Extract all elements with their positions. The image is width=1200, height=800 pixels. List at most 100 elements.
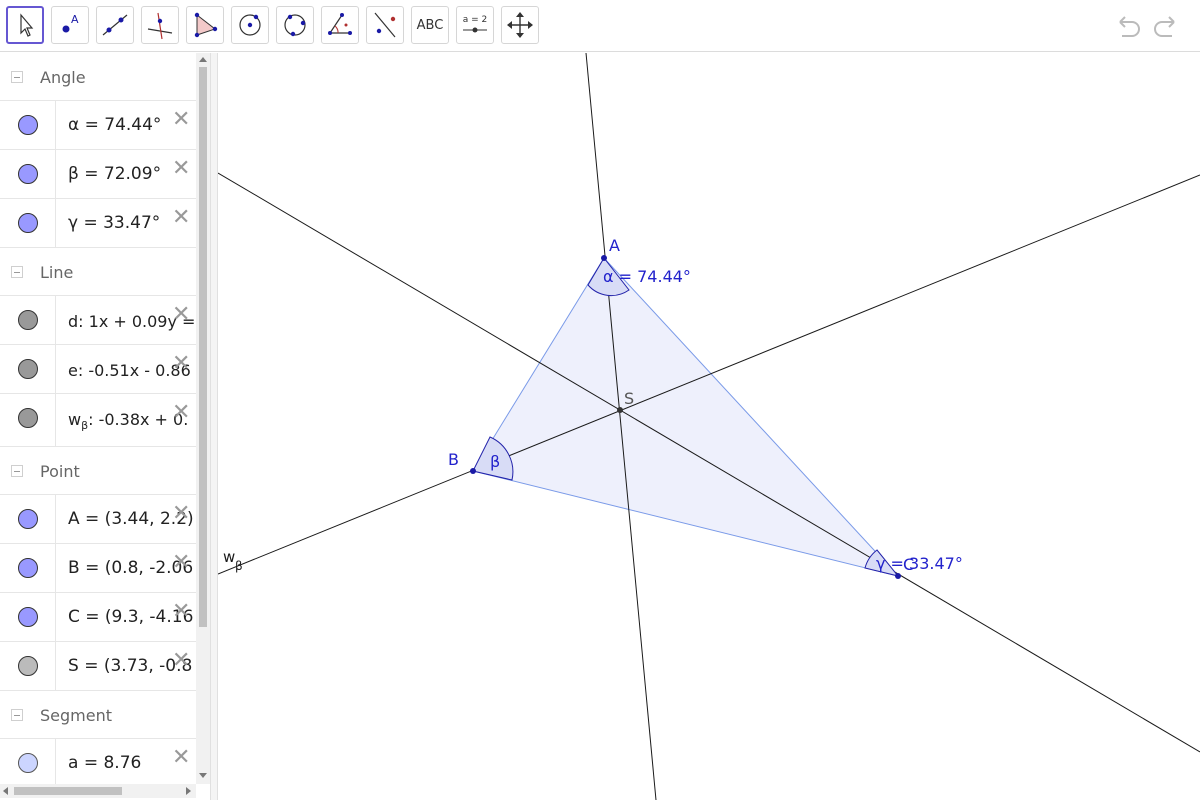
circle-three-points-tool-button[interactable] <box>276 6 314 44</box>
perpendicular-line-tool-button[interactable] <box>141 6 179 44</box>
delete-icon[interactable]: ✕ <box>172 747 190 769</box>
group-name: Angle <box>40 68 86 87</box>
label-line-w-beta[interactable]: w <box>223 548 235 566</box>
point-s[interactable] <box>617 407 623 413</box>
polygon-tool-button[interactable] <box>186 6 224 44</box>
label-point-a[interactable]: A <box>609 236 620 255</box>
scroll-left-arrow-icon[interactable] <box>3 787 8 795</box>
marble-cell <box>0 345 56 393</box>
graphics-canvas[interactable]: A B C S α = 74.44° β γ = 33.47° w β <box>218 53 1200 800</box>
algebra-row-point-a[interactable]: A = (3.44, 2.2) ✕ <box>0 495 196 544</box>
point-tool-button[interactable]: A <box>51 6 89 44</box>
scroll-right-arrow-icon[interactable] <box>186 787 191 795</box>
collapse-toggle-icon[interactable] <box>11 709 23 721</box>
delete-icon[interactable]: ✕ <box>172 503 190 525</box>
undo-icon[interactable] <box>1112 10 1144 42</box>
group-name: Line <box>40 263 74 282</box>
collapse-toggle-icon[interactable] <box>11 266 23 278</box>
algebra-expression[interactable]: γ = 33.47° <box>68 213 160 233</box>
marble-cell <box>0 150 56 198</box>
marble-cell <box>0 642 56 690</box>
collapse-toggle-icon[interactable] <box>11 465 23 477</box>
algebra-row-point-s[interactable]: S = (3.73, -0.8 ✕ <box>0 642 196 691</box>
delete-icon[interactable]: ✕ <box>172 402 190 424</box>
delete-icon[interactable]: ✕ <box>172 650 190 672</box>
delete-icon[interactable]: ✕ <box>172 158 190 180</box>
circle-center-point-icon <box>239 14 261 36</box>
collapse-toggle-icon[interactable] <box>11 71 23 83</box>
triangle-polygon[interactable] <box>472 257 900 577</box>
label-angle-alpha[interactable]: α = 74.44° <box>603 267 691 286</box>
algebra-row-line-d[interactable]: d: 1x + 0.09y = ✕ <box>0 296 196 345</box>
angle-icon <box>328 13 352 35</box>
label-angle-beta[interactable]: β <box>490 452 500 471</box>
algebra-horizontal-scrollbar[interactable] <box>0 784 196 798</box>
algebra-row-point-b[interactable]: B = (0.8, -2.06 ✕ <box>0 544 196 593</box>
angle-tool-button[interactable] <box>321 6 359 44</box>
marble-cell <box>0 544 56 592</box>
slider-tool-button[interactable]: a = 2 <box>456 6 494 44</box>
delete-icon[interactable]: ✕ <box>172 552 190 574</box>
move-graphics-tool-button[interactable] <box>501 6 539 44</box>
visibility-marble-icon[interactable] <box>18 607 38 627</box>
algebra-expression[interactable]: β = 72.09° <box>68 164 161 184</box>
visibility-marble-icon[interactable] <box>18 408 38 428</box>
algebra-row-line-e[interactable]: e: -0.51x - 0.86 ✕ <box>0 345 196 394</box>
scrollbar-thumb[interactable] <box>14 787 122 795</box>
line-e[interactable] <box>218 172 1200 753</box>
svg-text:A: A <box>71 13 79 26</box>
algebra-expression[interactable]: α = 74.44° <box>68 115 161 135</box>
point-b[interactable] <box>470 468 476 474</box>
point-c[interactable] <box>895 573 901 579</box>
algebra-row-alpha[interactable]: α = 74.44° ✕ <box>0 101 196 150</box>
delete-icon[interactable]: ✕ <box>172 601 190 623</box>
algebra-row-gamma[interactable]: γ = 33.47° ✕ <box>0 199 196 248</box>
algebra-row-beta[interactable]: β = 72.09° ✕ <box>0 150 196 199</box>
delete-icon[interactable]: ✕ <box>172 304 190 326</box>
circle-center-point-tool-button[interactable] <box>231 6 269 44</box>
group-header-segment[interactable]: Segment <box>0 691 196 739</box>
group-header-point[interactable]: Point <box>0 447 196 495</box>
group-header-line[interactable]: Line <box>0 248 196 296</box>
visibility-marble-icon[interactable] <box>18 509 38 529</box>
scroll-down-arrow-icon[interactable] <box>199 773 207 778</box>
label-point-s[interactable]: S <box>624 389 634 408</box>
scroll-up-arrow-icon[interactable] <box>199 57 207 62</box>
group-header-angle[interactable]: Angle <box>0 53 196 101</box>
algebra-row-point-c[interactable]: C = (9.3, -4.16 ✕ <box>0 593 196 642</box>
algebra-expression[interactable]: a = 8.76 <box>68 753 141 773</box>
move-tool-button[interactable] <box>6 6 44 44</box>
algebra-vertical-scrollbar[interactable] <box>196 53 210 784</box>
slider-icon: a = 2 <box>463 15 487 33</box>
reflect-tool-button[interactable] <box>366 6 404 44</box>
line-tool-button[interactable] <box>96 6 134 44</box>
line-name: w <box>68 410 82 429</box>
algebra-row-line-w-beta[interactable]: wβ: -0.38x + 0. ✕ <box>0 394 196 447</box>
move-graphics-view-icon <box>507 12 533 38</box>
text-tool-button[interactable]: ABC <box>411 6 449 44</box>
visibility-marble-icon[interactable] <box>18 213 38 233</box>
visibility-marble-icon[interactable] <box>18 558 38 578</box>
delete-icon[interactable]: ✕ <box>172 207 190 229</box>
visibility-marble-icon[interactable] <box>18 753 38 773</box>
delete-icon[interactable]: ✕ <box>172 353 190 375</box>
redo-icon[interactable] <box>1150 10 1182 42</box>
algebra-expression[interactable]: wβ: -0.38x + 0. <box>68 410 188 432</box>
visibility-marble-icon[interactable] <box>18 164 38 184</box>
line-through-points-icon <box>102 14 128 36</box>
visibility-marble-icon[interactable] <box>18 310 38 330</box>
polygon-icon <box>194 12 218 38</box>
visibility-marble-icon[interactable] <box>18 359 38 379</box>
view-divider[interactable] <box>210 53 218 800</box>
label-point-b[interactable]: B <box>448 450 459 469</box>
label-line-w-beta-subscript[interactable]: β <box>235 559 243 573</box>
visibility-marble-icon[interactable] <box>18 656 38 676</box>
algebra-row-segment-a[interactable]: a = 8.76 ✕ <box>0 739 196 784</box>
visibility-marble-icon[interactable] <box>18 115 38 135</box>
graphics-view[interactable]: A B C S α = 74.44° β γ = 33.47° w β <box>218 53 1200 800</box>
label-angle-gamma[interactable]: γ = 33.47° <box>876 554 963 573</box>
scrollbar-thumb[interactable] <box>199 67 207 627</box>
marble-cell <box>0 199 56 247</box>
delete-icon[interactable]: ✕ <box>172 109 190 131</box>
point-a[interactable] <box>601 255 607 261</box>
